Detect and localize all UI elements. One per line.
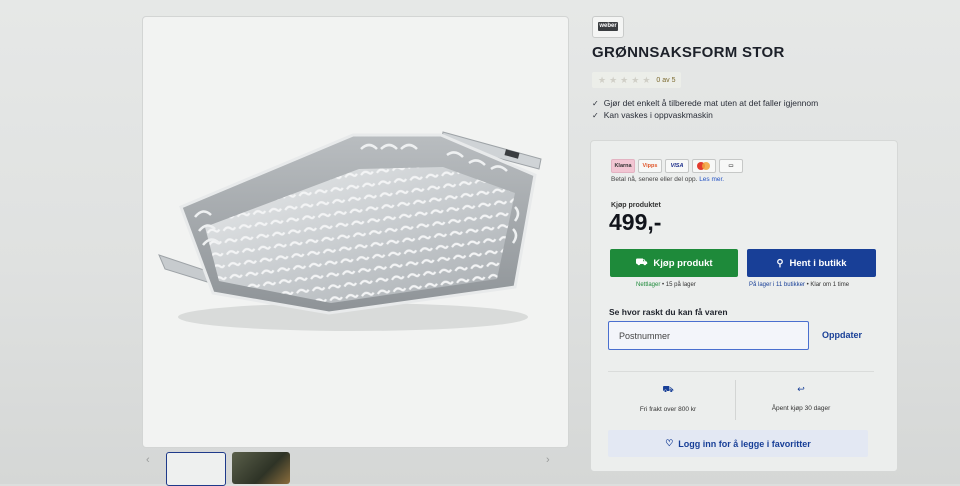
thumbnail-2[interactable] — [232, 452, 290, 484]
feature-text: Fri frakt over 800 kr — [639, 406, 697, 413]
delivery-heading: Se hvor raskt du kan få varen — [609, 307, 728, 317]
product-page: ‹ › weber GRØNNSAKSFORM STOR ★ ★ ★ ★ ★ 0… — [0, 0, 960, 486]
feature-text: Åpent kjøp 30 dager — [771, 405, 831, 412]
pickup-button-label: Hent i butikk — [789, 257, 847, 269]
bullet-text: Gjør det enkelt å tilberede mat uten at … — [603, 98, 819, 108]
zip-field-wrapper — [608, 321, 809, 350]
read-more-link[interactable]: Les mer. — [699, 176, 724, 183]
vipps-logo: Vipps — [638, 159, 662, 173]
store-stock-value: • Klar om 1 time — [806, 282, 850, 288]
update-button[interactable]: Oppdater — [822, 330, 862, 340]
star-icon: ★ — [609, 74, 618, 85]
pickup-in-store-button[interactable]: ⚲ Hent i butikk — [747, 249, 876, 277]
heart-icon: ♡ — [665, 438, 674, 448]
payment-note-text: Betal nå, senere eller del opp. — [611, 176, 698, 183]
open-purchase-feature: ↩ Åpent kjøp 30 dager — [741, 384, 861, 412]
bullet-item: ✓ Kan vaskes i oppvaskmaskin — [592, 109, 818, 121]
favorites-label: Logg inn for å legge i favoritter — [678, 438, 811, 449]
star-icon: ★ — [642, 74, 651, 85]
buy-box: Klarna Vipps VISA ▭ Betal nå, senere ell… — [590, 140, 898, 472]
feature-divider — [735, 380, 736, 420]
klarna-logo: Klarna — [611, 159, 635, 173]
feature-row: ⛟ Fri frakt over 800 kr ↩ Åpent kjøp 30 … — [608, 371, 874, 424]
payment-methods: Klarna Vipps VISA ▭ — [611, 159, 743, 173]
online-stock-value: • 15 på lager — [662, 282, 696, 288]
star-icon: ★ — [620, 74, 629, 85]
product-bullets: ✓ Gjør det enkelt å tilberede mat uten a… — [592, 97, 818, 121]
free-shipping-feature: ⛟ Fri frakt over 800 kr — [608, 384, 728, 413]
gallery-next-arrow[interactable]: › — [546, 454, 550, 466]
zip-input[interactable] — [617, 326, 806, 346]
rating-text: 0 av 5 — [656, 76, 676, 84]
product-image-card[interactable] — [142, 16, 569, 448]
bullet-text: Kan vaskes i oppvaskmaskin — [603, 110, 713, 120]
store-stock-label: På lager i 11 butikker — [749, 282, 805, 288]
card-logo: ▭ — [719, 159, 743, 173]
payment-note: Betal nå, senere eller del opp. Les mer. — [611, 176, 724, 183]
brand-logo-text: weber — [598, 22, 618, 31]
bullet-item: ✓ Gjør det enkelt å tilberede mat uten a… — [592, 97, 818, 109]
online-stock-label: Nettlager — [636, 282, 661, 288]
store-stock[interactable]: På lager i 11 butikker • Klar om 1 time — [749, 282, 849, 288]
return-arrow-icon: ↩ — [797, 384, 805, 394]
thumbnail-strip: ‹ › — [142, 452, 567, 486]
check-icon: ✓ — [592, 110, 599, 120]
rating-badge[interactable]: ★ ★ ★ ★ ★ 0 av 5 — [592, 72, 682, 88]
truck-icon: ⛟ — [662, 384, 674, 394]
location-pin-icon: ⚲ — [776, 257, 784, 269]
check-icon: ✓ — [592, 98, 599, 108]
price: 499,- — [609, 209, 662, 235]
buy-label: Kjøp produktet — [611, 202, 661, 209]
star-icon: ★ — [598, 74, 607, 85]
thumbnail-1[interactable] — [166, 452, 226, 486]
truck-icon: ⛟ — [635, 257, 648, 268]
buy-button-label: Kjøp produkt — [653, 257, 713, 269]
mastercard-logo — [692, 159, 716, 173]
visa-logo: VISA — [665, 159, 689, 173]
gallery-prev-arrow[interactable]: ‹ — [146, 454, 150, 466]
star-icon: ★ — [631, 74, 640, 85]
product-title: GRØNNSAKSFORM STOR — [592, 44, 785, 61]
brand-logo[interactable]: weber — [592, 16, 624, 38]
favorites-login-button[interactable]: ♡ Logg inn for å legge i favoritter — [608, 430, 868, 457]
buy-product-button[interactable]: ⛟ Kjøp produkt — [610, 249, 738, 277]
product-image — [158, 131, 542, 331]
online-stock: Nettlager • 15 på lager — [636, 282, 696, 288]
